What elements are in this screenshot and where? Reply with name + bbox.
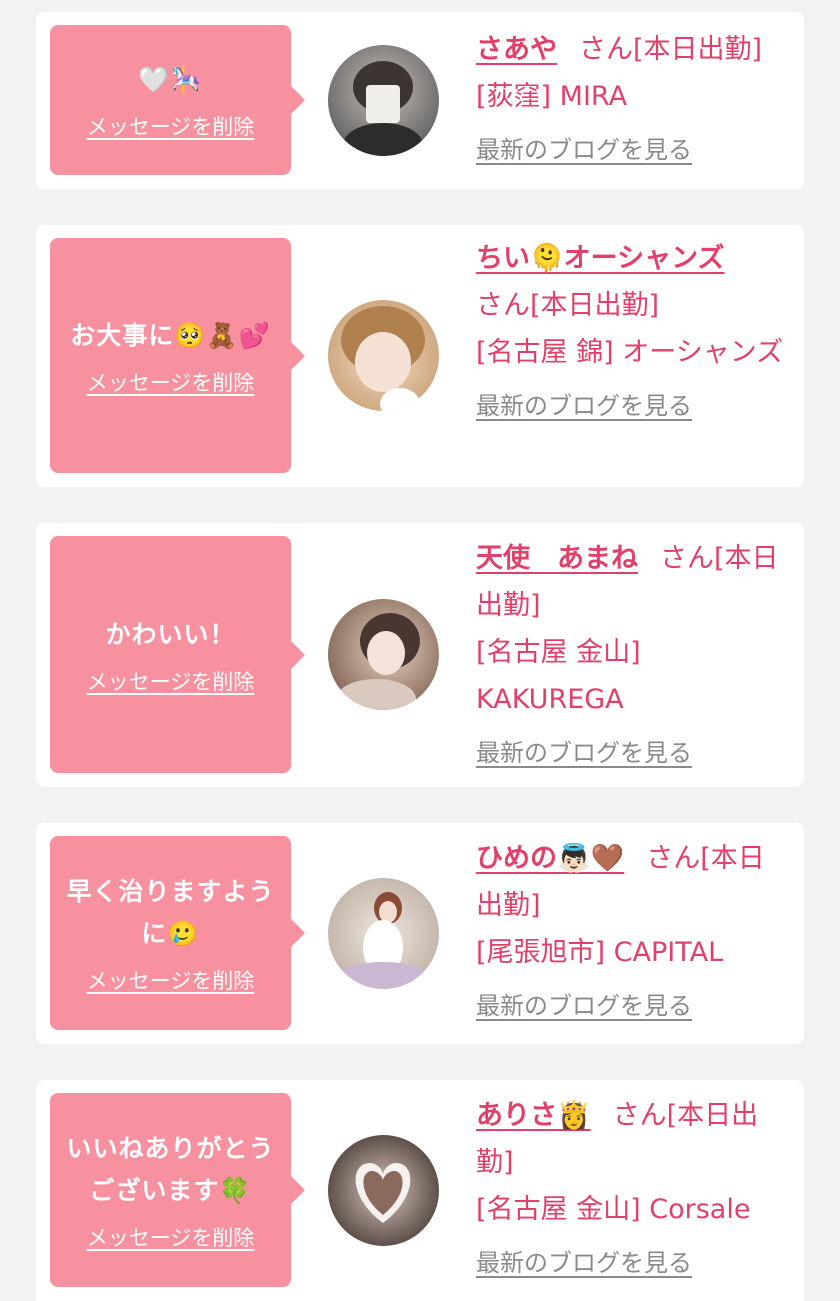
cast-status: さん[本日出勤] [476,290,660,321]
shop-name: [尾張旭市] CAPITAL [476,937,724,968]
message-card: かわいい！ メッセージを削除 天使 あまね さん[本日出勤] [名古屋 金山] … [36,523,804,787]
cast-info: さあや さん[本日出勤] [荻窪] MIRA 最新のブログを見る [476,26,786,165]
message-card: いいねありがとうございます🍀 メッセージを削除 ありさ👸 さん[本日出勤] [名… [36,1080,804,1301]
avatar[interactable] [328,1135,439,1246]
latest-blog-link[interactable]: 最新のブログを見る [476,130,692,165]
avatar[interactable] [328,45,439,156]
cast-status: さん[本日出勤] [579,34,763,65]
shop-name: [名古屋 金山] Corsale [476,1194,751,1225]
latest-blog-link[interactable]: 最新のブログを見る [476,733,692,768]
message-card: 🤍🎠 メッセージを削除 さあや さん[本日出勤] [荻窪] MIRA 最新のブロ… [36,12,804,189]
message-text: かわいい！ [105,619,236,649]
message-bubble: 早く治りますように🥲 メッセージを削除 [50,836,305,1030]
shop-name: [名古屋 金山] KAKUREGA [476,637,641,715]
delete-message-link[interactable]: メッセージを削除 [87,666,255,696]
message-text: 早く治りますように🥲 [66,877,275,948]
cast-info: ちい🫠オーシャンズ さん[本日出勤] [名古屋 錦] オーシャンズ 最新のブログ… [476,235,786,421]
shop-name: [名古屋 錦] オーシャンズ [476,337,784,368]
cast-name-link[interactable]: ひめの👼🏻🤎 [476,843,624,874]
message-text: いいねありがとうございます🍀 [66,1134,275,1205]
avatar[interactable] [328,878,439,989]
avatar-photo [328,45,439,156]
message-bubble: いいねありがとうございます🍀 メッセージを削除 [50,1093,305,1287]
message-card: お大事に🥺🧸💕 メッセージを削除 ちい🫠オーシャンズ さん[本日出勤] [名古屋… [36,225,804,487]
cast-info: ひめの👼🏻🤎 さん[本日出勤] [尾張旭市] CAPITAL 最新のブログを見る [476,835,786,1021]
cast-name-link[interactable]: ありさ👸 [476,1100,591,1131]
delete-message-link[interactable]: メッセージを削除 [87,367,255,397]
message-text: 🤍🎠 [138,65,203,94]
avatar[interactable] [328,300,439,411]
avatar-photo [328,878,439,989]
delete-message-link[interactable]: メッセージを削除 [87,1222,255,1252]
avatar[interactable] [328,599,439,710]
cast-info: ありさ👸 さん[本日出勤] [名古屋 金山] Corsale 最新のブログを見る [476,1092,786,1278]
cast-info: 天使 あまね さん[本日出勤] [名古屋 金山] KAKUREGA 最新のブログを… [476,535,786,768]
cast-name-link[interactable]: ちい🫠オーシャンズ [476,243,725,274]
message-bubble: 🤍🎠 メッセージを削除 [50,25,305,175]
shop-name: [荻窪] MIRA [476,81,628,112]
cast-name-link[interactable]: 天使 あまね [476,543,638,574]
avatar-photo [328,300,439,411]
message-card: 早く治りますように🥲 メッセージを削除 ひめの👼🏻🤎 さん[本日出勤] [尾張旭… [36,823,804,1044]
avatar-photo [328,1135,439,1246]
latest-blog-link[interactable]: 最新のブログを見る [476,386,692,421]
delete-message-link[interactable]: メッセージを削除 [87,111,255,141]
message-bubble: お大事に🥺🧸💕 メッセージを削除 [50,238,305,473]
message-text: お大事に🥺🧸💕 [70,320,271,350]
message-bubble: かわいい！ メッセージを削除 [50,536,305,773]
cast-name-link[interactable]: さあや [476,34,557,65]
delete-message-link[interactable]: メッセージを削除 [87,965,255,995]
latest-blog-link[interactable]: 最新のブログを見る [476,1243,692,1278]
latest-blog-link[interactable]: 最新のブログを見る [476,986,692,1021]
avatar-photo [328,599,439,710]
